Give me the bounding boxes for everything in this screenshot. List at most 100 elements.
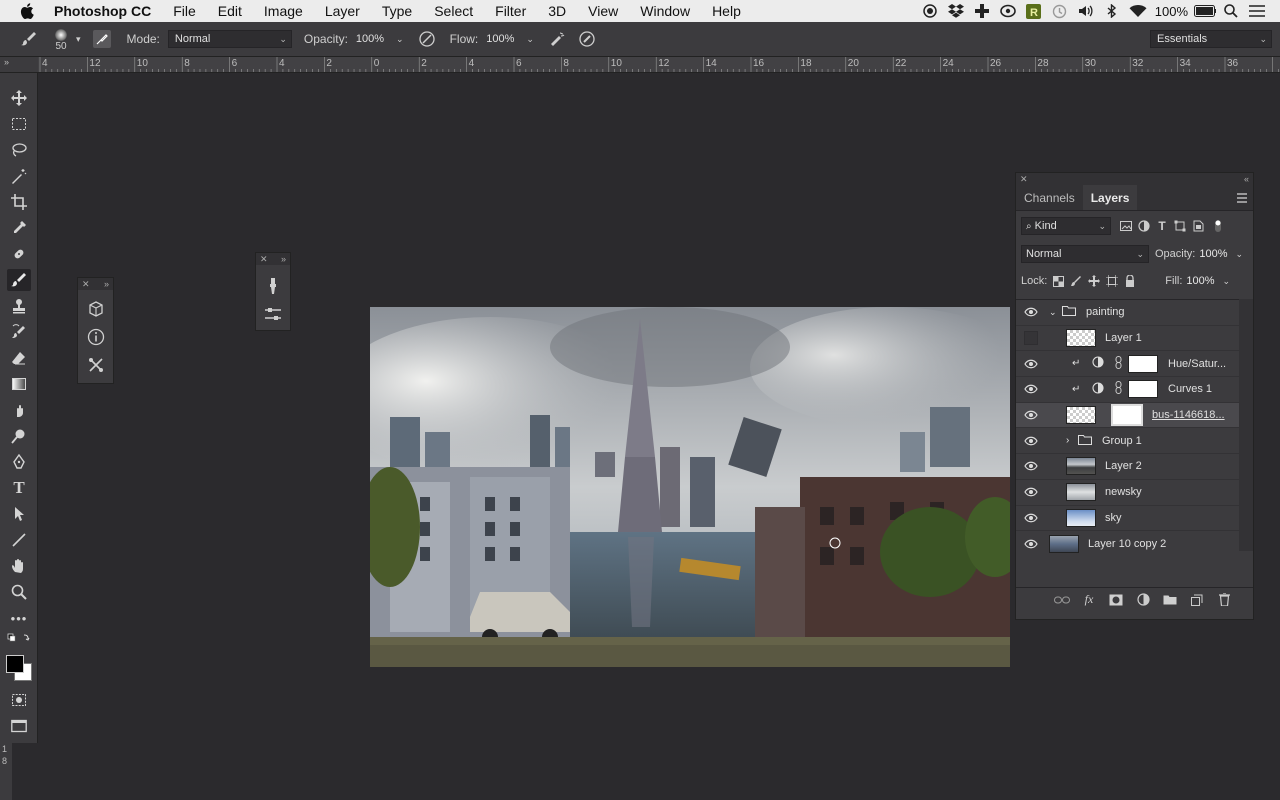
layer-row-curves-1[interactable]: ↵ Curves 1 — [1016, 377, 1239, 403]
delete-layer-trash-icon[interactable] — [1215, 591, 1233, 609]
layers-panel-header[interactable]: ✕ « — [1016, 173, 1253, 185]
hand-tool-icon[interactable] — [7, 555, 31, 577]
document-canvas[interactable] — [370, 307, 1010, 667]
creative-cloud-icon[interactable] — [997, 0, 1019, 22]
brush-tool-preset-icon[interactable] — [18, 30, 40, 48]
filter-shape-icon[interactable] — [1171, 217, 1189, 235]
layer-row-layer-1[interactable]: Layer 1 — [1016, 326, 1239, 352]
add-mask-icon[interactable] — [1107, 591, 1125, 609]
layer-row-newsky[interactable]: newsky — [1016, 480, 1239, 506]
mini-panel-header[interactable]: ✕» — [78, 278, 113, 290]
move-tool-icon[interactable] — [7, 87, 31, 109]
brush-tool-icon[interactable] — [7, 269, 31, 291]
notification-center-icon[interactable] — [1246, 0, 1268, 22]
menu-app-name[interactable]: Photoshop CC — [54, 0, 162, 22]
menu-filter[interactable]: Filter — [484, 0, 537, 22]
chevron-down-icon[interactable]: ▾ — [76, 34, 81, 45]
smudge-tool-icon[interactable] — [7, 399, 31, 421]
marquee-tool-icon[interactable] — [7, 113, 31, 135]
chevron-right-icon[interactable]: › — [1066, 435, 1069, 446]
layer-opacity-value[interactable]: 100% — [1199, 248, 1227, 260]
layer-row-group-1[interactable]: › Group 1 — [1016, 428, 1239, 455]
visibility-eye-icon[interactable] — [1024, 357, 1038, 371]
info-panel-icon[interactable] — [83, 324, 109, 350]
menu-window[interactable]: Window — [629, 0, 701, 22]
filter-smart-object-icon[interactable] — [1189, 217, 1207, 235]
lasso-tool-icon[interactable] — [7, 139, 31, 161]
layer-row-layer-10-copy-2[interactable]: Layer 10 copy 2 — [1016, 531, 1239, 557]
pen-tool-icon[interactable] — [7, 451, 31, 473]
layer-row-bus[interactable]: bus-1146618... — [1016, 402, 1239, 429]
magic-wand-tool-icon[interactable] — [7, 165, 31, 187]
color-swatches[interactable] — [4, 654, 34, 682]
wifi-icon[interactable] — [1127, 0, 1149, 22]
layer-style-fx-icon[interactable]: fx — [1080, 591, 1098, 609]
bluetooth-icon[interactable] — [1101, 0, 1123, 22]
opacity-chevron-icon[interactable]: ⌄ — [396, 34, 404, 45]
tool-presets-icon[interactable] — [83, 352, 109, 378]
layer-row-painting[interactable]: ⌄ painting — [1016, 300, 1239, 326]
history-brush-tool-icon[interactable] — [7, 321, 31, 343]
lock-artboard-icon[interactable] — [1103, 272, 1121, 290]
visibility-eye-icon[interactable] — [1024, 408, 1038, 422]
visibility-eye-icon[interactable] — [1024, 537, 1038, 551]
3d-panel-icon[interactable] — [83, 296, 109, 322]
foreground-color-swatch[interactable] — [6, 655, 24, 673]
menu-select[interactable]: Select — [423, 0, 484, 22]
workspace-select[interactable]: Essentials ⌄ — [1150, 30, 1272, 48]
fill-chevron-icon[interactable]: ⌄ — [1223, 276, 1231, 287]
layer-mask-thumbnail[interactable] — [1128, 380, 1158, 399]
close-icon[interactable]: ✕ — [260, 254, 268, 265]
r-app-icon[interactable]: R — [1023, 0, 1045, 22]
apple-menu-icon[interactable] — [18, 0, 36, 22]
link-chain-icon[interactable] — [1115, 381, 1122, 397]
lock-position-icon[interactable] — [1085, 272, 1103, 290]
new-group-icon[interactable] — [1161, 591, 1179, 609]
properties-panel-icon[interactable] — [260, 301, 286, 327]
screen-mode-icon[interactable] — [7, 715, 31, 737]
close-icon[interactable]: ✕ — [82, 279, 90, 290]
visibility-toggle-off[interactable] — [1024, 331, 1038, 346]
mini-panel-header-2[interactable]: ✕» — [256, 253, 290, 265]
lock-transparent-icon[interactable] — [1049, 272, 1067, 290]
filter-kind-select[interactable]: ⌕ Kind ⌄ — [1021, 217, 1111, 235]
eraser-tool-icon[interactable] — [7, 347, 31, 369]
flow-chevron-icon[interactable]: ⌄ — [526, 34, 534, 45]
dodge-tool-icon[interactable] — [7, 425, 31, 447]
path-selection-tool-icon[interactable] — [7, 503, 31, 525]
blend-mode-select[interactable]: Normal ⌄ — [1021, 245, 1149, 263]
record-icon[interactable] — [919, 0, 941, 22]
chevron-down-icon[interactable]: ⌄ — [1049, 307, 1057, 318]
filter-toggle-icon[interactable] — [1209, 217, 1227, 235]
visibility-eye-icon[interactable] — [1024, 382, 1038, 396]
new-layer-icon[interactable] — [1188, 591, 1206, 609]
panel-menu-icon[interactable] — [1237, 192, 1247, 203]
tab-layers[interactable]: Layers — [1082, 185, 1138, 210]
menu-3d[interactable]: 3D — [537, 0, 577, 22]
visibility-eye-icon[interactable] — [1024, 459, 1038, 473]
visibility-eye-icon[interactable] — [1024, 511, 1038, 525]
menu-image[interactable]: Image — [253, 0, 314, 22]
gradient-tool-icon[interactable] — [7, 373, 31, 395]
eyedropper-tool-icon[interactable] — [7, 217, 31, 239]
pressure-size-icon[interactable] — [578, 30, 596, 48]
close-icon[interactable]: ✕ — [1020, 174, 1028, 185]
default-colors-icon[interactable] — [7, 632, 31, 644]
brush-panel-icon[interactable] — [260, 273, 286, 299]
crop-tool-icon[interactable] — [7, 191, 31, 213]
layer-row-sky[interactable]: sky — [1016, 506, 1239, 532]
volume-icon[interactable] — [1075, 0, 1097, 22]
brush-panel-toggle-icon[interactable] — [92, 30, 111, 48]
airbrush-icon[interactable] — [548, 30, 566, 48]
layers-scrollbar[interactable] — [1239, 299, 1253, 551]
brush-size-picker[interactable]: 50 — [48, 24, 74, 54]
battery-icon[interactable] — [1194, 0, 1216, 22]
layer-opacity-chevron-icon[interactable]: ⌄ — [1236, 249, 1244, 260]
expand-icon[interactable]: » — [281, 254, 286, 264]
expand-icon[interactable]: » — [104, 279, 109, 289]
layer-row-hue-saturation[interactable]: ↵ Hue/Satur... — [1016, 351, 1239, 378]
tab-channels[interactable]: Channels — [1016, 185, 1083, 210]
flow-value[interactable]: 100% — [486, 33, 514, 45]
visibility-eye-icon[interactable] — [1024, 485, 1038, 499]
healing-brush-tool-icon[interactable] — [7, 243, 31, 265]
